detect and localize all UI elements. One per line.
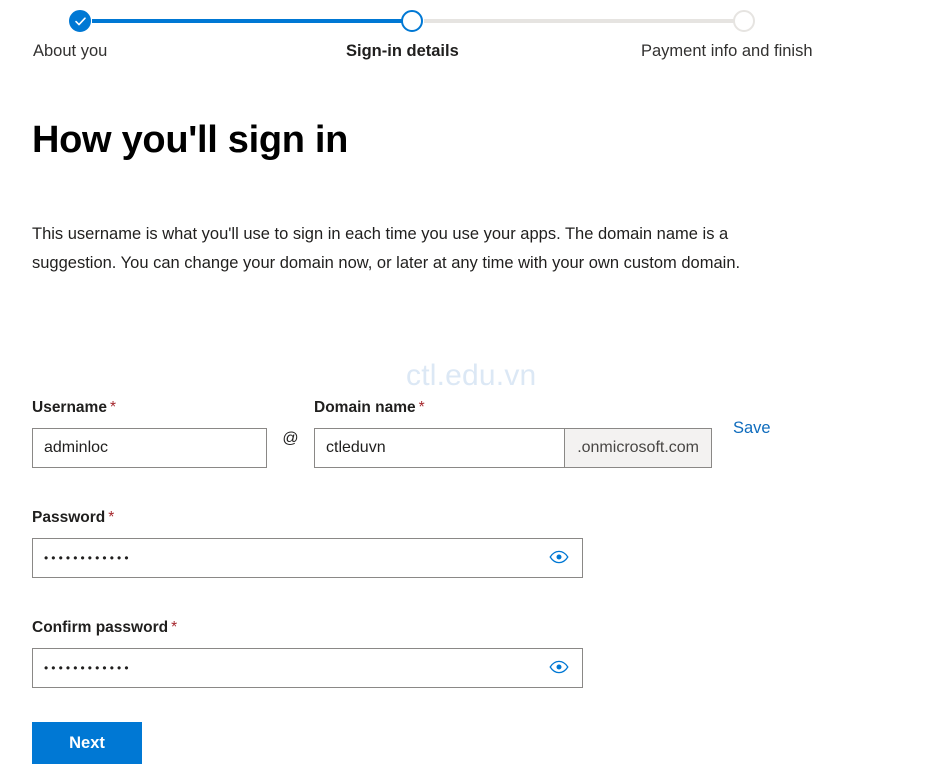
domain-label: Domain name * — [314, 398, 425, 418]
domain-label-text: Domain name — [314, 399, 416, 416]
stepper-track — [0, 0, 951, 32]
confirm-password-label: Confirm password * — [32, 618, 177, 638]
main-content: How you'll sign in This username is what… — [0, 72, 951, 278]
password-reveal-button[interactable] — [546, 545, 572, 571]
username-input-box[interactable] — [32, 428, 267, 468]
eye-icon — [549, 550, 569, 567]
stepper-label-sign-in-details: Sign-in details — [346, 42, 459, 60]
domain-input-row: .onmicrosoft.com — [314, 418, 712, 468]
username-label-text: Username — [32, 399, 107, 416]
confirm-password-input[interactable]: •••••••••••• — [33, 649, 546, 687]
at-separator: @ — [282, 430, 299, 447]
stepper-connector-2 — [424, 19, 736, 23]
password-input[interactable]: •••••••••••• — [33, 539, 546, 577]
stepper-step-1-about-you[interactable] — [69, 10, 91, 32]
progress-stepper: About you Sign-in details Payment info a… — [0, 0, 951, 72]
domain-field-group: Domain name* .onmicrosoft.com — [314, 398, 712, 468]
stepper-labels: About you Sign-in details Payment info a… — [0, 40, 951, 66]
username-input[interactable] — [33, 429, 266, 467]
password-input-box[interactable]: •••••••••••• — [32, 538, 583, 578]
site-watermark: ctl.edu.vn — [406, 359, 537, 392]
check-icon — [74, 15, 87, 28]
page-title: How you'll sign in — [32, 119, 349, 161]
eye-icon — [549, 660, 569, 677]
signin-details-form: Username* @ Domain name* .onmicrosoft.co… — [32, 398, 932, 764]
stepper-step-3-payment-info[interactable] — [733, 10, 755, 32]
domain-input[interactable] — [315, 429, 565, 467]
username-label: Username * — [32, 398, 116, 418]
password-label-text: Password — [32, 509, 106, 526]
intro-paragraph: This username is what you'll use to sign… — [32, 225, 741, 272]
domain-required-asterisk: * — [418, 399, 425, 416]
password-field-group: Password * •••••••••••• — [32, 508, 932, 578]
password-required-asterisk: * — [108, 509, 115, 526]
username-domain-row: Username* @ Domain name* .onmicrosoft.co… — [32, 398, 932, 468]
domain-input-box[interactable] — [314, 428, 565, 468]
username-field-group: Username * — [32, 398, 267, 468]
stepper-label-about-you: About you — [33, 42, 108, 60]
confirm-password-field-group: Confirm password * •••••••••••• — [32, 618, 932, 688]
username-required-asterisk: * — [109, 399, 117, 416]
stepper-connector-1 — [92, 19, 404, 23]
confirm-password-reveal-button[interactable] — [546, 655, 572, 681]
stepper-label-payment-info: Payment info and finish — [641, 42, 813, 60]
confirm-password-input-box[interactable]: •••••••••••• — [32, 648, 583, 688]
password-label: Password * — [32, 508, 114, 528]
domain-suffix: .onmicrosoft.com — [564, 428, 712, 468]
confirm-password-label-text: Confirm password — [32, 619, 169, 636]
save-link[interactable]: Save — [733, 408, 771, 448]
stepper-step-2-sign-in-details[interactable] — [401, 10, 423, 32]
confirm-password-required-asterisk: * — [171, 619, 178, 636]
